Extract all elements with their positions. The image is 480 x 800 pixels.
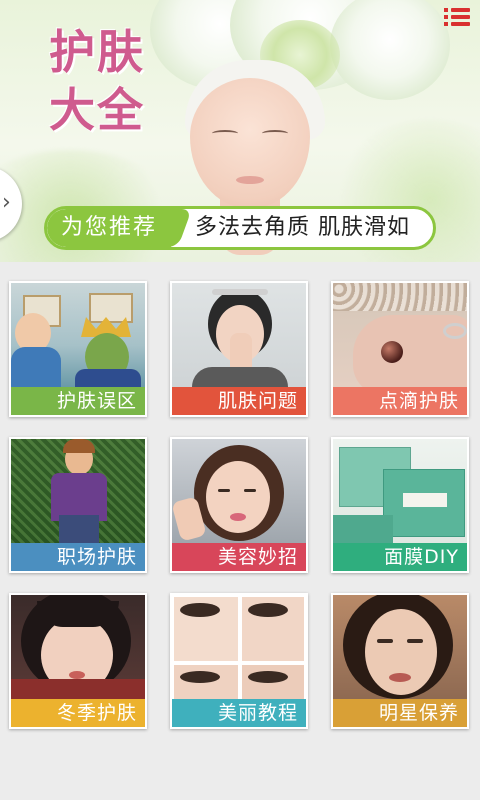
tile-label: 护肤误区: [11, 387, 145, 415]
tile-daily-care[interactable]: 点滴护肤: [331, 281, 469, 417]
tile-label: 肌肤问题: [172, 387, 306, 415]
recommend-tag: 为您推荐: [47, 209, 171, 247]
recommend-text[interactable]: 多法去角质 肌肤滑如: [195, 209, 410, 247]
tile-image: [333, 283, 467, 395]
tile-label: 冬季护肤: [11, 699, 145, 727]
tile-image: [11, 595, 145, 699]
eye: [212, 130, 238, 137]
tile-skin-problems[interactable]: 肌肤问题: [170, 281, 308, 417]
tile-mask-diy[interactable]: 面膜DIY: [331, 437, 469, 573]
tile-label: 明星保养: [333, 699, 467, 727]
tile-image: [333, 595, 467, 699]
tile-workplace-care[interactable]: 职场护肤: [9, 437, 147, 573]
menu-list-icon[interactable]: [444, 6, 472, 28]
tile-label: 点滴护肤: [333, 387, 467, 415]
tile-image: [172, 439, 306, 543]
tile-beauty-tutorial[interactable]: 美丽教程: [170, 593, 308, 729]
app-title-line2: 大全: [49, 83, 145, 137]
app-title-line1: 护肤: [49, 25, 145, 79]
recommend-bar[interactable]: 为您推荐 多法去角质 肌肤滑如: [44, 206, 436, 250]
tile-image: [333, 439, 467, 543]
tile-label: 美容妙招: [172, 543, 306, 571]
eye: [262, 130, 288, 137]
tile-label: 面膜DIY: [333, 543, 467, 571]
header-banner: 护肤 大全 › 为您推荐 多法去角质 肌肤滑如: [0, 0, 480, 262]
tile-image: [172, 595, 306, 699]
tile-image: [11, 439, 145, 543]
tile-image: [11, 283, 145, 387]
tile-label: 美丽教程: [172, 699, 306, 727]
tile-label: 职场护肤: [11, 543, 145, 571]
category-grid: 护肤误区 肌肤问题 点滴护肤 职场护肤 美容妙招 面膜DIY 冬季护肤 美丽教程…: [0, 262, 480, 800]
model-face: [190, 78, 310, 208]
tile-skincare-myths[interactable]: 护肤误区: [9, 281, 147, 417]
tile-winter-care[interactable]: 冬季护肤: [9, 593, 147, 729]
rose-flower: [330, 0, 450, 100]
tile-star-care[interactable]: 明星保养: [331, 593, 469, 729]
chevron-right-icon: ›: [2, 190, 11, 215]
tile-beauty-tips[interactable]: 美容妙招: [170, 437, 308, 573]
lips: [236, 176, 264, 184]
tile-image: [172, 283, 306, 387]
